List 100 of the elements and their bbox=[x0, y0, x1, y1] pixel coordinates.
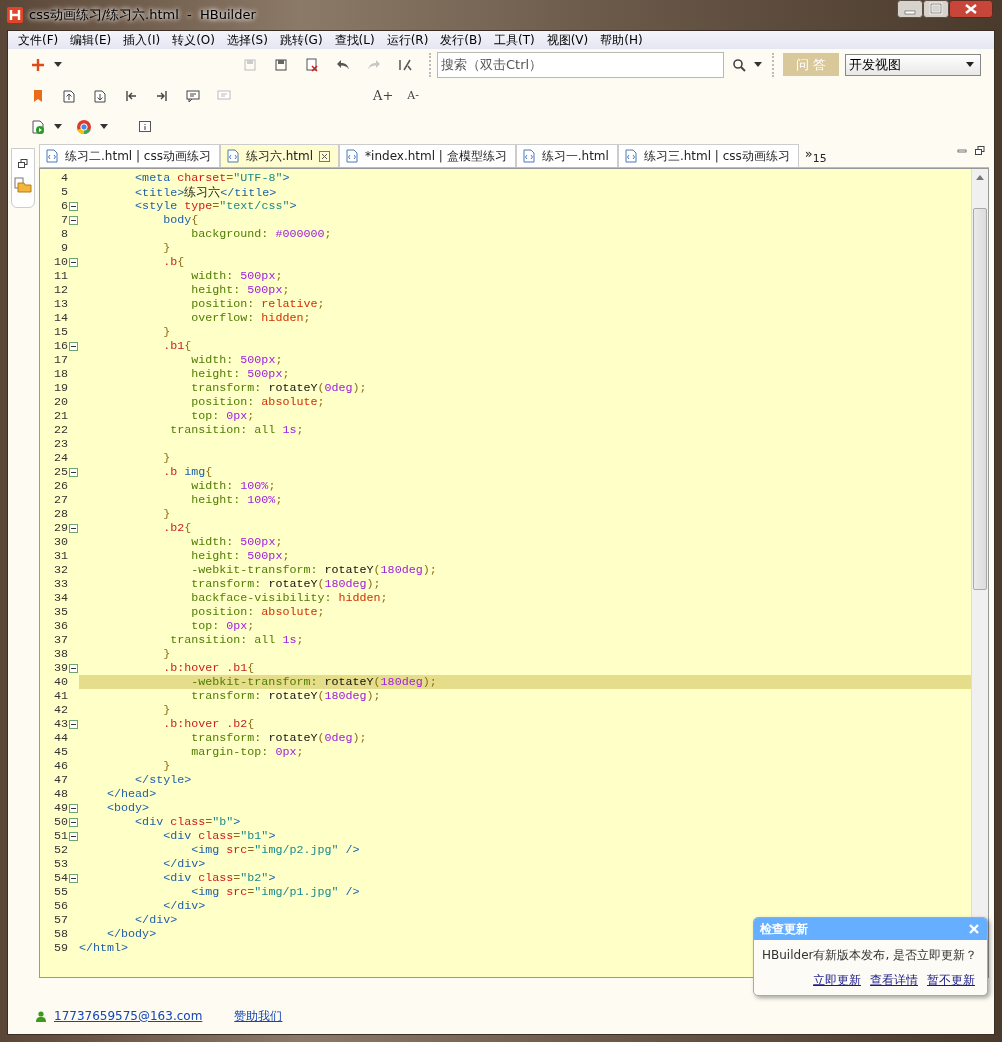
line-number: 16 bbox=[52, 339, 68, 353]
line-number: 59 bbox=[52, 941, 68, 955]
line-number: 28 bbox=[52, 507, 68, 521]
file-tab[interactable]: 练习一.html bbox=[515, 144, 618, 167]
menu-item[interactable]: 查找(L) bbox=[328, 31, 381, 49]
menu-item[interactable]: 运行(R) bbox=[380, 31, 435, 49]
close-tab-icon[interactable] bbox=[319, 150, 331, 162]
menu-item[interactable]: 跳转(G) bbox=[273, 31, 329, 49]
file-tab[interactable]: *index.html | 盒模型练习 bbox=[339, 144, 516, 167]
scrollbar-thumb[interactable] bbox=[973, 208, 987, 590]
code-line: </div> bbox=[162, 899, 206, 913]
caret-icon[interactable] bbox=[54, 62, 62, 67]
document-up-icon[interactable] bbox=[61, 87, 77, 104]
line-number: 6 bbox=[60, 199, 68, 213]
close-icon[interactable] bbox=[949, 0, 993, 18]
more-tabs-button[interactable]: »$_{15}$ bbox=[798, 144, 833, 167]
minimize-icon[interactable] bbox=[897, 0, 923, 18]
menu-item[interactable]: 插入(I) bbox=[117, 31, 167, 49]
caret-icon[interactable] bbox=[54, 124, 62, 129]
run-icon[interactable] bbox=[30, 118, 46, 135]
line-number: 22 bbox=[52, 423, 68, 437]
menu-item[interactable]: 编辑(E) bbox=[64, 31, 118, 49]
fold-icon[interactable] bbox=[69, 817, 78, 827]
code-line: <title>练习六</title> bbox=[134, 184, 277, 200]
maximize-icon[interactable] bbox=[923, 0, 949, 18]
fold-icon[interactable] bbox=[69, 341, 78, 351]
line-number: 5 bbox=[60, 185, 68, 199]
line-number: 38 bbox=[52, 647, 68, 661]
fold-icon[interactable] bbox=[69, 831, 78, 841]
fold-icon[interactable] bbox=[69, 467, 78, 477]
line-number: 37 bbox=[52, 633, 68, 647]
caret-icon[interactable] bbox=[100, 124, 108, 129]
document-down-icon[interactable] bbox=[92, 87, 108, 104]
user-icon bbox=[36, 1010, 46, 1022]
file-icon bbox=[225, 149, 240, 163]
code-line: top: 0px; bbox=[190, 409, 255, 423]
menu-item[interactable]: 帮助(H) bbox=[594, 31, 649, 49]
line-number: 51 bbox=[52, 829, 68, 843]
code-line: </div> bbox=[162, 857, 206, 871]
line-number: 55 bbox=[52, 885, 68, 899]
sponsor-link[interactable]: 赞助我们 bbox=[234, 1007, 283, 1025]
fold-icon[interactable] bbox=[69, 803, 78, 813]
line-number: 52 bbox=[52, 843, 68, 857]
line-number: 58 bbox=[52, 927, 68, 941]
code-line: -webkit-transform: rotateY(180deg); bbox=[190, 675, 437, 689]
info-icon[interactable] bbox=[138, 119, 152, 134]
menu-item[interactable]: 文件(F) bbox=[12, 31, 65, 49]
account-link[interactable]: 17737659575@163.com bbox=[54, 1009, 203, 1023]
restore-icon[interactable] bbox=[18, 159, 28, 169]
code-line: height: 100%; bbox=[190, 493, 283, 507]
menu-item[interactable]: 视图(V) bbox=[540, 31, 595, 49]
line-number: 48 bbox=[52, 787, 68, 801]
line-number: 49 bbox=[52, 801, 68, 815]
close-file-icon[interactable] bbox=[304, 56, 320, 73]
fold-icon[interactable] bbox=[69, 257, 78, 267]
fold-icon[interactable] bbox=[69, 663, 78, 673]
search-icon[interactable] bbox=[732, 57, 746, 72]
menu-item[interactable]: 工具(T) bbox=[487, 31, 541, 49]
line-number: 26 bbox=[52, 479, 68, 493]
line-number: 54 bbox=[52, 871, 68, 885]
minimize-icon[interactable] bbox=[957, 146, 967, 156]
caret-icon[interactable] bbox=[754, 62, 762, 67]
save-all-icon[interactable] bbox=[273, 56, 289, 73]
line-number: 39 bbox=[52, 661, 68, 675]
file-tab[interactable]: 练习三.html | css动画练习 bbox=[617, 144, 799, 167]
code-line: width: 500px; bbox=[190, 535, 283, 549]
menu-item[interactable]: 发行(B) bbox=[434, 31, 488, 49]
code-line: </html> bbox=[79, 941, 129, 955]
fold-icon[interactable] bbox=[69, 523, 78, 533]
menu-item[interactable]: 转义(O) bbox=[166, 31, 221, 49]
popup-link[interactable]: 暂不更新 bbox=[927, 972, 975, 989]
code-line: overflow: hidden; bbox=[190, 311, 311, 325]
code-line: .b:hover .b2{ bbox=[162, 717, 255, 731]
file-tab[interactable]: 练习二.html | css动画练习 bbox=[39, 144, 220, 167]
code-line: margin-top: 0px; bbox=[190, 745, 304, 759]
file-tab[interactable]: 练习六.html bbox=[219, 144, 340, 167]
line-number: 24 bbox=[52, 451, 68, 465]
fold-icon[interactable] bbox=[69, 873, 78, 883]
line-number: 8 bbox=[60, 227, 68, 241]
view-dropdown[interactable]: 开发视图 bbox=[845, 53, 981, 76]
font-larger-button[interactable]: A+ bbox=[373, 88, 394, 103]
line-number: 36 bbox=[52, 619, 68, 633]
fold-icon[interactable] bbox=[69, 719, 78, 729]
browser-icon[interactable] bbox=[76, 118, 92, 135]
search-field[interactable]: 搜索（双击Ctrl） bbox=[437, 51, 724, 78]
comment-icon[interactable] bbox=[185, 87, 201, 104]
plus-icon[interactable] bbox=[30, 56, 46, 73]
popup-link[interactable]: 立即更新 bbox=[813, 972, 861, 989]
fold-icon[interactable] bbox=[69, 215, 78, 225]
scroll-up-icon[interactable] bbox=[976, 175, 984, 180]
popup-link[interactable]: 查看详情 bbox=[870, 972, 918, 989]
menu-item[interactable]: 选择(S) bbox=[220, 31, 274, 49]
font-smaller-button[interactable]: A- bbox=[407, 89, 419, 102]
fold-icon[interactable] bbox=[69, 201, 78, 211]
restore-icon[interactable] bbox=[975, 146, 985, 156]
code-line: width: 500px; bbox=[190, 353, 283, 367]
project-folder-icon[interactable] bbox=[14, 177, 32, 193]
code-line: position: absolute; bbox=[190, 395, 325, 409]
line-number: 19 bbox=[52, 381, 68, 395]
code-line: height: 500px; bbox=[190, 283, 290, 297]
